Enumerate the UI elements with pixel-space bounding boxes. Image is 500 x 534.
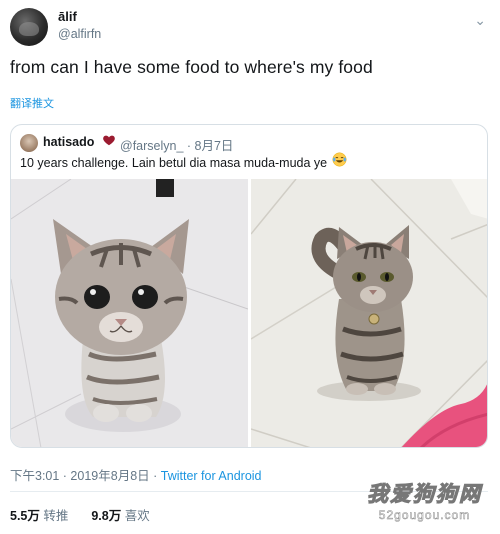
author-handle[interactable]: @alfirfn [58, 27, 101, 41]
quoted-author-name: hatisado [43, 135, 95, 149]
watermark-title: 我爱狗狗网 [367, 483, 482, 507]
likes-label[interactable]: 喜欢 [125, 509, 150, 523]
grown-cat-photo[interactable] [251, 179, 487, 447]
quoted-avatar [20, 134, 38, 152]
laughing-tears-emoji-icon [332, 152, 347, 167]
avatar[interactable] [10, 8, 48, 46]
timestamp-text: 下午3:01 · 2019年8月8日 · [10, 469, 161, 483]
site-watermark: 我爱狗狗网 52gougou.com [367, 478, 482, 523]
quoted-text: 10 years challenge. Lain betul dia masa … [20, 156, 328, 170]
kitten-photo[interactable] [11, 179, 248, 447]
likes-count[interactable]: 9.8万 [91, 509, 121, 523]
retweets-count[interactable]: 5.5万 [10, 509, 40, 523]
tweet-timestamp: 下午3:01 · 2019年8月8日 · Twitter for Android [10, 465, 262, 484]
kitten-photo-image [11, 179, 248, 447]
quoted-tweet[interactable]: hatisado @farselyn_ · 8月7日 10 years chal… [10, 124, 488, 448]
grown-cat-photo-image [251, 179, 487, 447]
chevron-down-icon[interactable]: ⌄ [474, 12, 486, 29]
watermark-url: 52gougou.com [378, 508, 471, 523]
translate-tweet-link[interactable]: 翻译推文 [10, 95, 54, 111]
author-name[interactable]: ālif [58, 9, 77, 24]
tweet-text: from can I have some food to where's my … [10, 57, 373, 77]
quoted-handle-date: @farselyn_ · 8月7日 [120, 139, 234, 153]
tweet-stats: 5.5万 转推 9.8万 喜欢 [10, 505, 150, 524]
source-link[interactable]: Twitter for Android [161, 469, 262, 483]
retweets-label[interactable]: 转推 [43, 509, 68, 523]
heart-icon [103, 135, 115, 146]
